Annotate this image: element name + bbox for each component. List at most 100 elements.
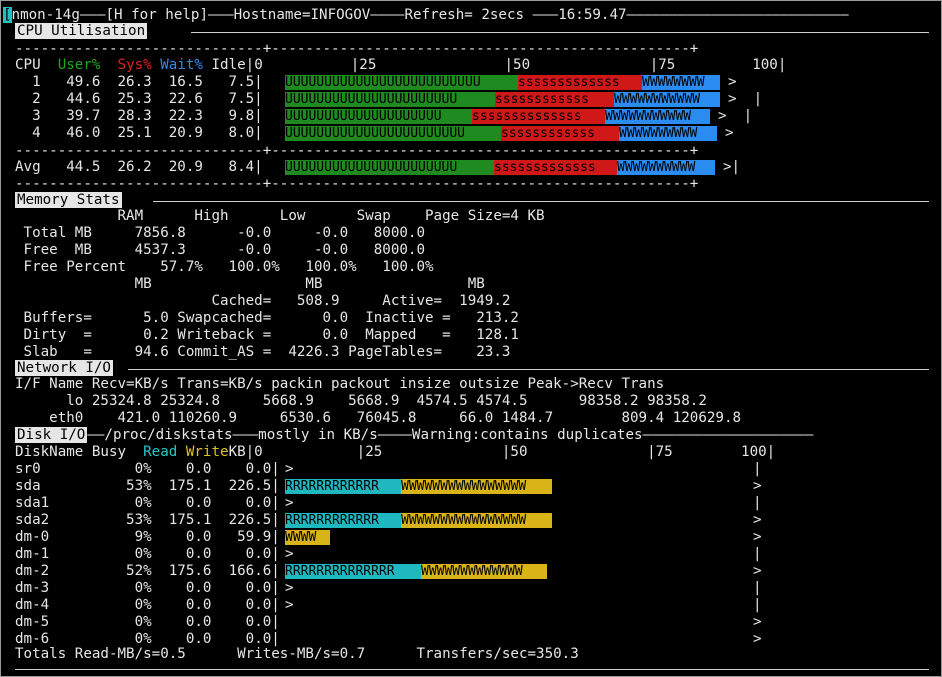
disk-row: dm-1 0% 0.0 0.0| — [15, 546, 280, 563]
wait-bar: WWWWWWWWWW — [619, 126, 717, 141]
disk-name: dm-1 — [15, 546, 84, 562]
disk-write-bar: WWWWWWWWWWWWWWWW — [401, 513, 552, 528]
network-section-title: Network I/O — [15, 360, 113, 376]
disk-section-title-row: Disk I/O ——/proc/diskstats———mostly in KB… — [15, 427, 813, 444]
disk-read: 0.0 — [151, 580, 212, 596]
disk-row: dm-6 0% 0.0 0.0| — [15, 631, 280, 648]
memory-line: Free Percent 57.7% 100.0% 100.0% 100.0% — [15, 259, 434, 275]
disk-totals: Totals Read-MB/s=0.5 Writes-MB/s=0.7 Tra… — [15, 646, 579, 662]
cpu-user: 49.6 — [40, 74, 101, 90]
sys-col: Sys% — [117, 57, 152, 73]
disk-row: dm-0 9% 0.0 59.9| — [15, 529, 280, 546]
cpu-user: 39.7 — [40, 108, 101, 124]
disk-row-end: | — [753, 597, 762, 613]
disk-row: dm-5 0% 0.0 0.0| — [15, 614, 280, 631]
disk-name: sr0 — [15, 461, 84, 477]
disk-read: 175.1 — [151, 512, 212, 528]
cpu-title-rule — [191, 32, 929, 33]
disk-write: 0.0| — [211, 580, 280, 596]
cpu-col: CPU — [15, 57, 41, 73]
user-col: User% — [57, 57, 101, 73]
disk-row-end: | — [753, 495, 762, 511]
disk-busy: 52% — [83, 563, 152, 579]
cpu-row: 1 49.6 26.3 16.5 7.5| — [15, 74, 263, 91]
nmon-terminal[interactable]: [nmon-14g———[H for help]———Hostname=INFO… — [0, 0, 942, 677]
disk-row: sda2 53% 175.1 226.5| — [15, 512, 280, 529]
cpu-sys: 26.3 — [100, 74, 152, 90]
disk-row-end: > — [753, 563, 762, 579]
cpu-mid-border: -----------------------------+----------… — [15, 143, 699, 159]
network-title-rule — [128, 369, 929, 370]
user-bar: UUUUUUUUUUUUUUUUUUUUUUU — [285, 126, 501, 141]
disk-busy: 0% — [83, 546, 152, 562]
disk-write: 0.0| — [211, 495, 280, 511]
cpu-bar-end: > — [728, 74, 737, 90]
disk-read: 0.0 — [151, 597, 212, 613]
disk-name: dm-3 — [15, 580, 84, 596]
cpu-bar-end: > | — [728, 91, 763, 107]
avg-user: 44.5 — [40, 159, 101, 175]
disk-busy: 0% — [83, 597, 152, 613]
cpu-wait: 22.6 — [151, 91, 203, 107]
idle-col: Idle|0 — [211, 57, 263, 73]
cpu-idle: 8.0| — [202, 125, 263, 141]
disk-busy: 9% — [83, 529, 152, 545]
avg-sys: 26.2 — [100, 159, 152, 175]
disk-write: 226.5| — [211, 512, 280, 528]
disk-marker: > — [285, 495, 294, 511]
disk-read-bar: RRRRRRRRRRRRRR — [285, 564, 421, 579]
memory-line: Free MB 4537.3 -0.0 -0.0 8000.0 — [15, 242, 425, 258]
cpu-id: 3 — [15, 108, 41, 124]
disk-header-row: DiskName Busy Read WriteKB|0 |25 |50 |75… — [15, 444, 776, 460]
disk-busy: 0% — [83, 614, 152, 630]
memory-line: MB MB MB — [15, 276, 485, 292]
cpu-section-title: CPU Utilisation — [15, 23, 148, 39]
avg-label: Avg — [15, 159, 41, 175]
cpu-bottom-border: -----------------------------+----------… — [15, 176, 699, 192]
network-line: lo 25324.8 25324.8 5668.9 5668.9 4574.5 … — [15, 393, 707, 409]
disk-name: sda — [15, 478, 84, 494]
disk-row-end: > — [753, 512, 762, 528]
wait-bar: WWWWWWWW — [642, 75, 720, 90]
cpu-bar-end: > | — [718, 108, 753, 124]
disk-name: dm-6 — [15, 631, 84, 647]
cpu-wait: 20.9 — [151, 125, 203, 141]
disk-read: 0.0 — [151, 529, 212, 545]
disk-name: sda2 — [15, 512, 84, 528]
cpu-id: 4 — [15, 125, 41, 141]
cpu-user: 44.6 — [40, 91, 101, 107]
memory-line: Total MB 7856.8 -0.0 -0.0 8000.0 — [15, 225, 425, 241]
memory-line: Cached= 508.9 Active= 1949.2 — [15, 293, 511, 309]
memory-title-rule — [153, 201, 929, 202]
disk-busy: 0% — [83, 580, 152, 596]
cpu-row: 3 39.7 28.3 22.3 9.8| — [15, 108, 263, 125]
disk-write-bar: WWWWWWWWWWWWWWWW — [401, 479, 552, 494]
cpu-wait: 22.3 — [151, 108, 203, 124]
wait-bar: WWWWWWWWWWW — [614, 92, 720, 107]
sys-bar: sssssssssssss — [518, 75, 642, 90]
disk-name: dm-2 — [15, 563, 84, 579]
disk-busy: 53% — [83, 512, 152, 528]
disk-read: 0.0 — [151, 631, 212, 647]
disk-marker: > — [285, 597, 294, 613]
network-line: eth0 421.0 110260.9 6530.6 76045.8 66.0 … — [15, 410, 742, 426]
disk-write: 166.6| — [211, 563, 280, 579]
disk-write: 0.0| — [211, 461, 280, 477]
disk-row: sda1 0% 0.0 0.0| — [15, 495, 280, 512]
disk-write: 0.0| — [211, 597, 280, 613]
cpu-sys: 25.1 — [100, 125, 152, 141]
disk-row-end: > — [753, 478, 762, 494]
disk-row-end: | — [753, 461, 762, 477]
disk-write-bar: WWWW — [285, 530, 330, 545]
sys-bar: ssssssssssss — [501, 126, 619, 141]
bottom-rule — [15, 669, 929, 670]
disk-row: sr0 0% 0.0 0.0| — [15, 461, 280, 478]
sys-bar: ssssssssssssss — [472, 109, 605, 124]
cpu-bar-end: >| — [723, 159, 741, 175]
network-line: I/F Name Recv=KB/s Trans=KB/s packin pac… — [15, 376, 665, 392]
disk-read: 0.0 — [151, 614, 212, 630]
disk-write: 59.9| — [211, 529, 280, 545]
cpu-idle: 9.8| — [202, 108, 263, 124]
disk-read-bar: RRRRRRRRRRRR — [285, 479, 401, 494]
wait-bar: WWWWWWWWWW — [617, 160, 715, 175]
